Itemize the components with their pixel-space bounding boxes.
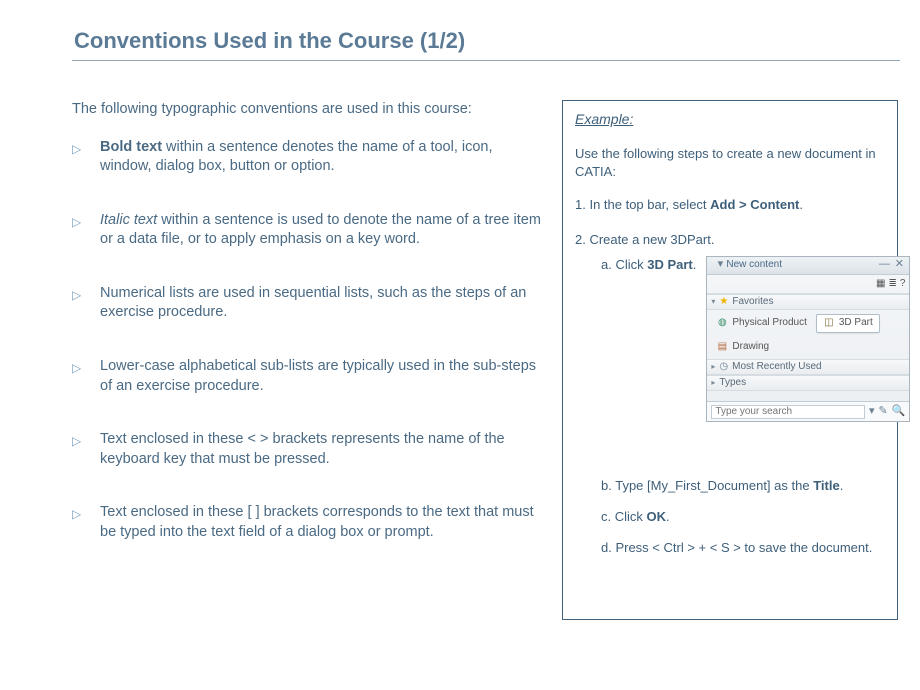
star-icon: ★ [719,295,728,310]
example-substeps-lower: b. Type [My_First_Document] as the Title… [575,478,885,555]
close-icon[interactable]: ✕ [893,259,905,271]
favorites-label: Favorites [732,295,773,310]
panel-search-bar: ▾ ✎ 🔍 [707,401,909,421]
square-text: Text enclosed in these [ ] brackets corr… [100,504,534,540]
title-divider [72,60,900,61]
step2c-pre: c. Click [601,509,647,524]
dropdown-icon[interactable]: ▾ [869,404,875,420]
convention-alpha: ▷ Lower-case alphabetical sub-lists are … [72,357,542,396]
mru-section-header[interactable]: ▸ ◷ Most Recently Used [707,359,909,375]
minimize-icon[interactable]: — [878,259,890,271]
step2-text: 2. Create a new 3DPart. [575,231,885,250]
step2c: c. Click OK. [575,509,885,524]
drawing-label: Drawing [732,340,769,355]
step2a-bold: 3D Part [647,257,693,272]
chevron-right-icon: ▸ [711,377,715,389]
types-label: Types [719,376,746,391]
step2c-bold: OK [647,509,667,524]
step2b-bold: Title [813,478,840,493]
physical-product-item[interactable]: ◍ Physical Product [713,315,809,332]
example-step-2: 2. Create a new 3DPart. a. Click 3D Part… [575,231,885,422]
bold-lead: Bold text [100,139,162,155]
panel-header: ▾ New content — ✕ [707,257,909,275]
example-intro: Use the following steps to create a new … [575,145,885,180]
3d-part-item[interactable]: ◫ 3D Part [816,314,880,333]
italic-lead: Italic text [100,212,157,228]
clock-icon: ◷ [719,360,728,375]
3d-part-label: 3D Part [839,316,873,331]
step2a-pre: a. Click [601,257,647,272]
conventions-list: ▷ Bold text within a sentence denotes th… [72,138,542,543]
triangle-bullet-icon: ▷ [72,360,81,376]
triangle-bullet-icon: ▷ [72,214,81,230]
step2b-post: . [840,478,844,493]
convention-angle-brackets: ▷ Text enclosed in these < > brackets re… [72,430,542,469]
triangle-bullet-icon: ▷ [72,287,81,303]
convention-bold: ▷ Bold text within a sentence denotes th… [72,138,542,177]
search-input[interactable] [711,405,865,419]
cube-icon: ◍ [716,318,728,330]
types-section-header[interactable]: ▸ Types [707,375,909,391]
angle-text: Text enclosed in these < > brackets repr… [100,431,505,467]
help-icon[interactable]: ? [900,277,906,292]
favorites-section-header[interactable]: ▾ ★ Favorites [707,294,909,310]
chevron-down-icon[interactable]: ▾ [714,259,726,271]
convention-numerical: ▷ Numerical lists are used in sequential… [72,284,542,323]
step2c-post: . [666,509,670,524]
step1-bold: Add > Content [710,197,799,212]
page-title: Conventions Used in the Course (1/2) [74,28,465,54]
physical-product-label: Physical Product [732,316,806,331]
part-icon: ◫ [823,318,835,330]
new-content-panel: ▾ New content — ✕ ▦ ≣ ? ▾ ★ Favorites [706,256,910,423]
favorites-body: ◍ Physical Product ◫ 3D Part ▤ Drawing [707,310,909,359]
convention-italic: ▷ Italic text within a sentence is used … [72,211,542,250]
step2d: d. Press < Ctrl > + < S > to save the do… [575,540,885,555]
step1-pre: 1. In the top bar, select [575,197,710,212]
chevron-right-icon: ▸ [711,361,715,373]
drawing-icon: ▤ [716,341,728,353]
step2b: b. Type [My_First_Document] as the Title… [575,478,885,493]
example-heading: Example: [575,111,885,127]
step2a-post: . [693,257,697,272]
mru-label: Most Recently Used [732,360,821,375]
alpha-text: Lower-case alphabetical sub-lists are ty… [100,358,536,394]
num-text: Numerical lists are used in sequential l… [100,285,526,321]
chevron-down-icon: ▾ [711,296,715,308]
example-box: Example: Use the following steps to crea… [562,100,898,620]
triangle-bullet-icon: ▷ [72,506,81,522]
triangle-bullet-icon: ▷ [72,141,81,157]
triangle-bullet-icon: ▷ [72,433,81,449]
drawing-item[interactable]: ▤ Drawing [713,339,903,356]
grid-view-icon[interactable]: ▦ [876,277,885,292]
italic-rest: within a sentence is used to denote the … [100,212,541,248]
convention-square-brackets: ▷ Text enclosed in these [ ] brackets co… [72,503,542,542]
example-step-1: 1. In the top bar, select Add > Content. [575,196,885,215]
step2b-pre: b. Type [My_First_Document] as the [601,478,813,493]
intro-text: The following typographic conventions ar… [72,100,542,120]
list-view-icon[interactable]: ≣ [888,277,896,292]
step2a: a. Click 3D Part. [575,256,696,275]
conventions-column: The following typographic conventions ar… [72,100,542,576]
edit-icon[interactable]: ✎ [878,404,887,420]
search-icon[interactable]: 🔍 [892,404,906,420]
step1-post: . [799,197,803,212]
panel-title: New content [726,258,875,273]
